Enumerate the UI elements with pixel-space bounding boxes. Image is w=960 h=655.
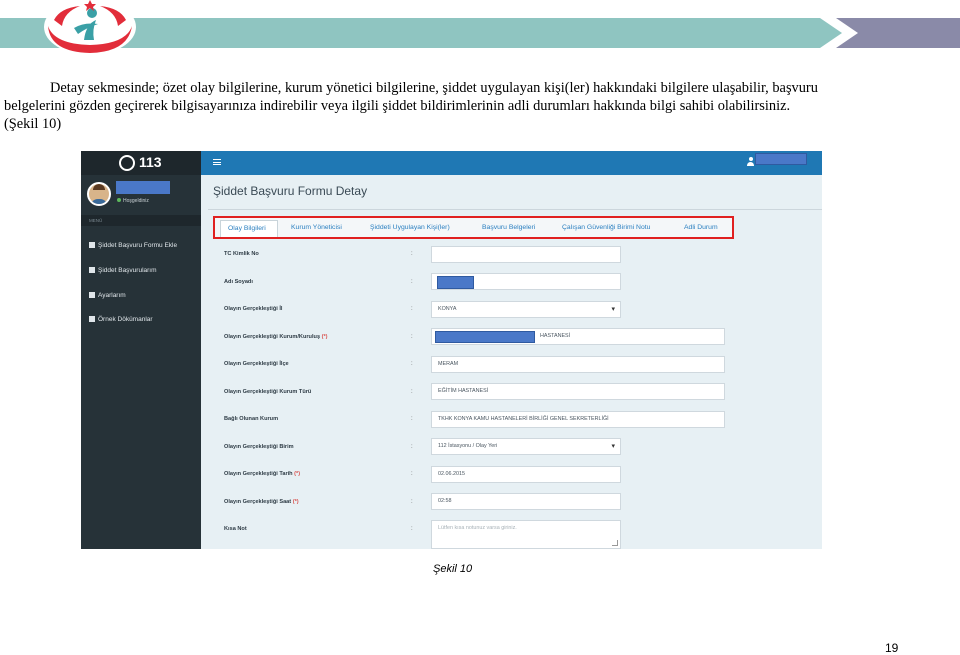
online-dot-icon (117, 198, 121, 202)
district-field[interactable]: MERAM (431, 356, 725, 373)
welcome-label: Hoşgeldiniz (123, 198, 149, 204)
date-field[interactable]: 02.06.2015 (431, 466, 621, 483)
field-colon: : (411, 526, 413, 532)
sidebar-item-label: Örnek Dökümanlar (98, 316, 153, 323)
sidebar: 113 Hoşgeldiniz MENÜ Şiddet Başvuru Form… (81, 151, 201, 549)
field-label: Olayın Gerçekleştiği Tarih (*) (224, 471, 301, 477)
ministry-logo (44, 0, 136, 55)
brand-label: 113 (139, 154, 162, 170)
parent-institution-field[interactable]: TKHK KONYA KAMU HASTANELERİ BİRLİĞİ GENE… (431, 411, 725, 428)
welcome-status: Hoşgeldiniz (117, 198, 149, 204)
wrench-icon (89, 292, 95, 298)
avatar (87, 182, 111, 206)
tab-siddeti-uygulayan[interactable]: Şiddeti Uygulayan Kişi(ler) (370, 224, 450, 231)
short-note-textarea[interactable]: Lütfen kısa notunuz varsa giriniz. (431, 520, 621, 549)
field-colon: : (411, 251, 413, 257)
header-band-right (858, 18, 960, 48)
field-colon: : (411, 444, 413, 450)
unit-select[interactable]: 112 İstasyonu / Olay Yeri (431, 438, 621, 455)
tab-label: Olay Bilgileri (228, 225, 266, 232)
header-chevron (836, 18, 858, 48)
page-number: 19 (885, 641, 899, 655)
field-colon: : (411, 334, 413, 340)
institution-type-field[interactable]: EĞİTİM HASTANESİ (431, 383, 725, 400)
field-label: Olayın Gerçekleştiği İlçe (224, 361, 289, 367)
sidebar-item-sample-documents[interactable]: Örnek Dökümanlar (89, 316, 153, 323)
wrench-icon (89, 316, 95, 322)
figure-caption: Şekil 10 (433, 563, 473, 575)
field-colon: : (411, 389, 413, 395)
redacted-name (437, 276, 474, 289)
tab-adli-durum[interactable]: Adli Durum (684, 224, 718, 231)
top-bar (201, 151, 822, 175)
redacted-user-menu[interactable] (755, 153, 807, 165)
tab-kurum-yoneticisi[interactable]: Kurum Yöneticisi (291, 224, 342, 231)
detail-form: TC Kimlik No : Adı Soyadı : Olayın Gerçe… (213, 242, 822, 549)
field-colon: : (411, 471, 413, 477)
field-colon: : (411, 416, 413, 422)
page-title: Şiddet Başvuru Formu Detay (213, 184, 368, 198)
field-label: Bağlı Olunan Kurum (224, 416, 279, 422)
user-icon[interactable] (747, 157, 754, 166)
tab-basvuru-belgeleri[interactable]: Başvuru Belgeleri (482, 224, 535, 231)
sidebar-item-label: Ayarlarım (98, 292, 126, 299)
sidebar-item-settings[interactable]: Ayarlarım (89, 292, 126, 299)
save-icon (89, 267, 95, 273)
field-label: Olayın Gerçekleştiği Kurum Türü (224, 389, 312, 395)
menu-header: MENÜ (81, 215, 201, 226)
field-label: TC Kimlik No (224, 251, 259, 257)
body-paragraph: Detay sekmesinde; özet olay bilgilerine,… (4, 79, 956, 133)
embedded-screenshot: 113 Hoşgeldiniz MENÜ Şiddet Başvuru Form… (81, 151, 822, 549)
paragraph-line-1: Detay sekmesinde; özet olay bilgilerine,… (50, 80, 818, 96)
field-colon: : (411, 306, 413, 312)
field-label: Adı Soyadı (224, 279, 253, 285)
divider (208, 209, 822, 210)
field-label: Olayın Gerçekleştiği Birim (224, 444, 294, 450)
paragraph-line-3: (Şekil 10) (4, 116, 62, 132)
field-label: Olayın Gerçekleştiği İl (224, 306, 283, 312)
field-label: Olayın Gerçekleştiği Kurum/Kuruluş (*) (224, 334, 328, 340)
sidebar-item-label: Şiddet Başvuru Formu Ekle (98, 242, 178, 249)
field-colon: : (411, 499, 413, 505)
tab-strip: Olay Bilgileri Kurum Yöneticisi Şiddeti … (213, 216, 734, 239)
sidebar-item-my-applications[interactable]: Şiddet Başvurularım (89, 267, 157, 274)
paragraph-line-2: belgelerini gözden geçirerek bilgisayarı… (4, 98, 791, 114)
tab-calisan-guvenligi[interactable]: Çalışan Güvenliği Birimi Notu (562, 224, 650, 231)
time-field[interactable]: 02:58 (431, 493, 621, 510)
field-colon: : (411, 361, 413, 367)
tab-olay-bilgileri[interactable]: Olay Bilgileri (220, 220, 278, 237)
field-label: Kısa Not (224, 526, 247, 532)
globe-icon (119, 155, 135, 171)
province-select[interactable]: KONYA (431, 301, 621, 318)
menu-toggle-icon[interactable] (213, 159, 221, 165)
sidebar-brand-bar: 113 (81, 151, 201, 175)
tc-kimlik-field[interactable] (431, 246, 621, 263)
field-colon: : (411, 279, 413, 285)
sidebar-item-add-form[interactable]: Şiddet Başvuru Formu Ekle (89, 242, 177, 249)
field-label: Olayın Gerçekleştiği Saat (*) (224, 499, 299, 505)
redacted-institution (435, 331, 535, 343)
edit-icon (89, 242, 95, 248)
resize-handle-icon[interactable] (612, 540, 618, 546)
redacted-username (116, 181, 170, 194)
sidebar-item-label: Şiddet Başvurularım (98, 267, 157, 274)
